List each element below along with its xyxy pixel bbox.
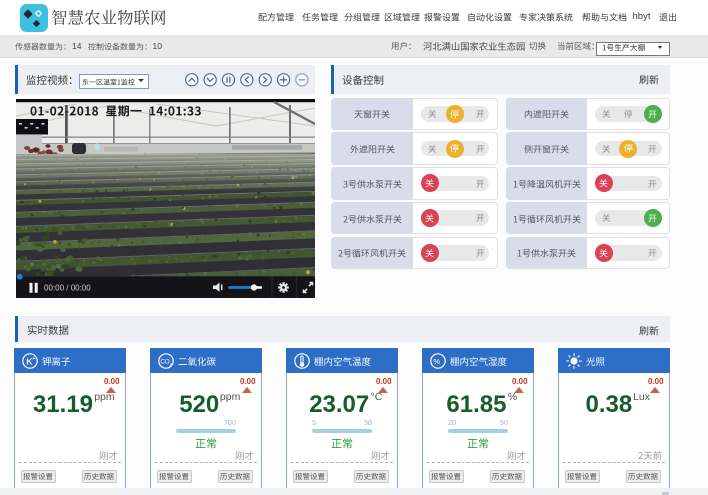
- svg-text:+: +: [32, 356, 35, 362]
- svg-text:%: %: [433, 357, 440, 366]
- svg-text:00:00 / 00:00: 00:00 / 00:00: [44, 283, 91, 292]
- svg-text:2: 2: [169, 361, 172, 366]
